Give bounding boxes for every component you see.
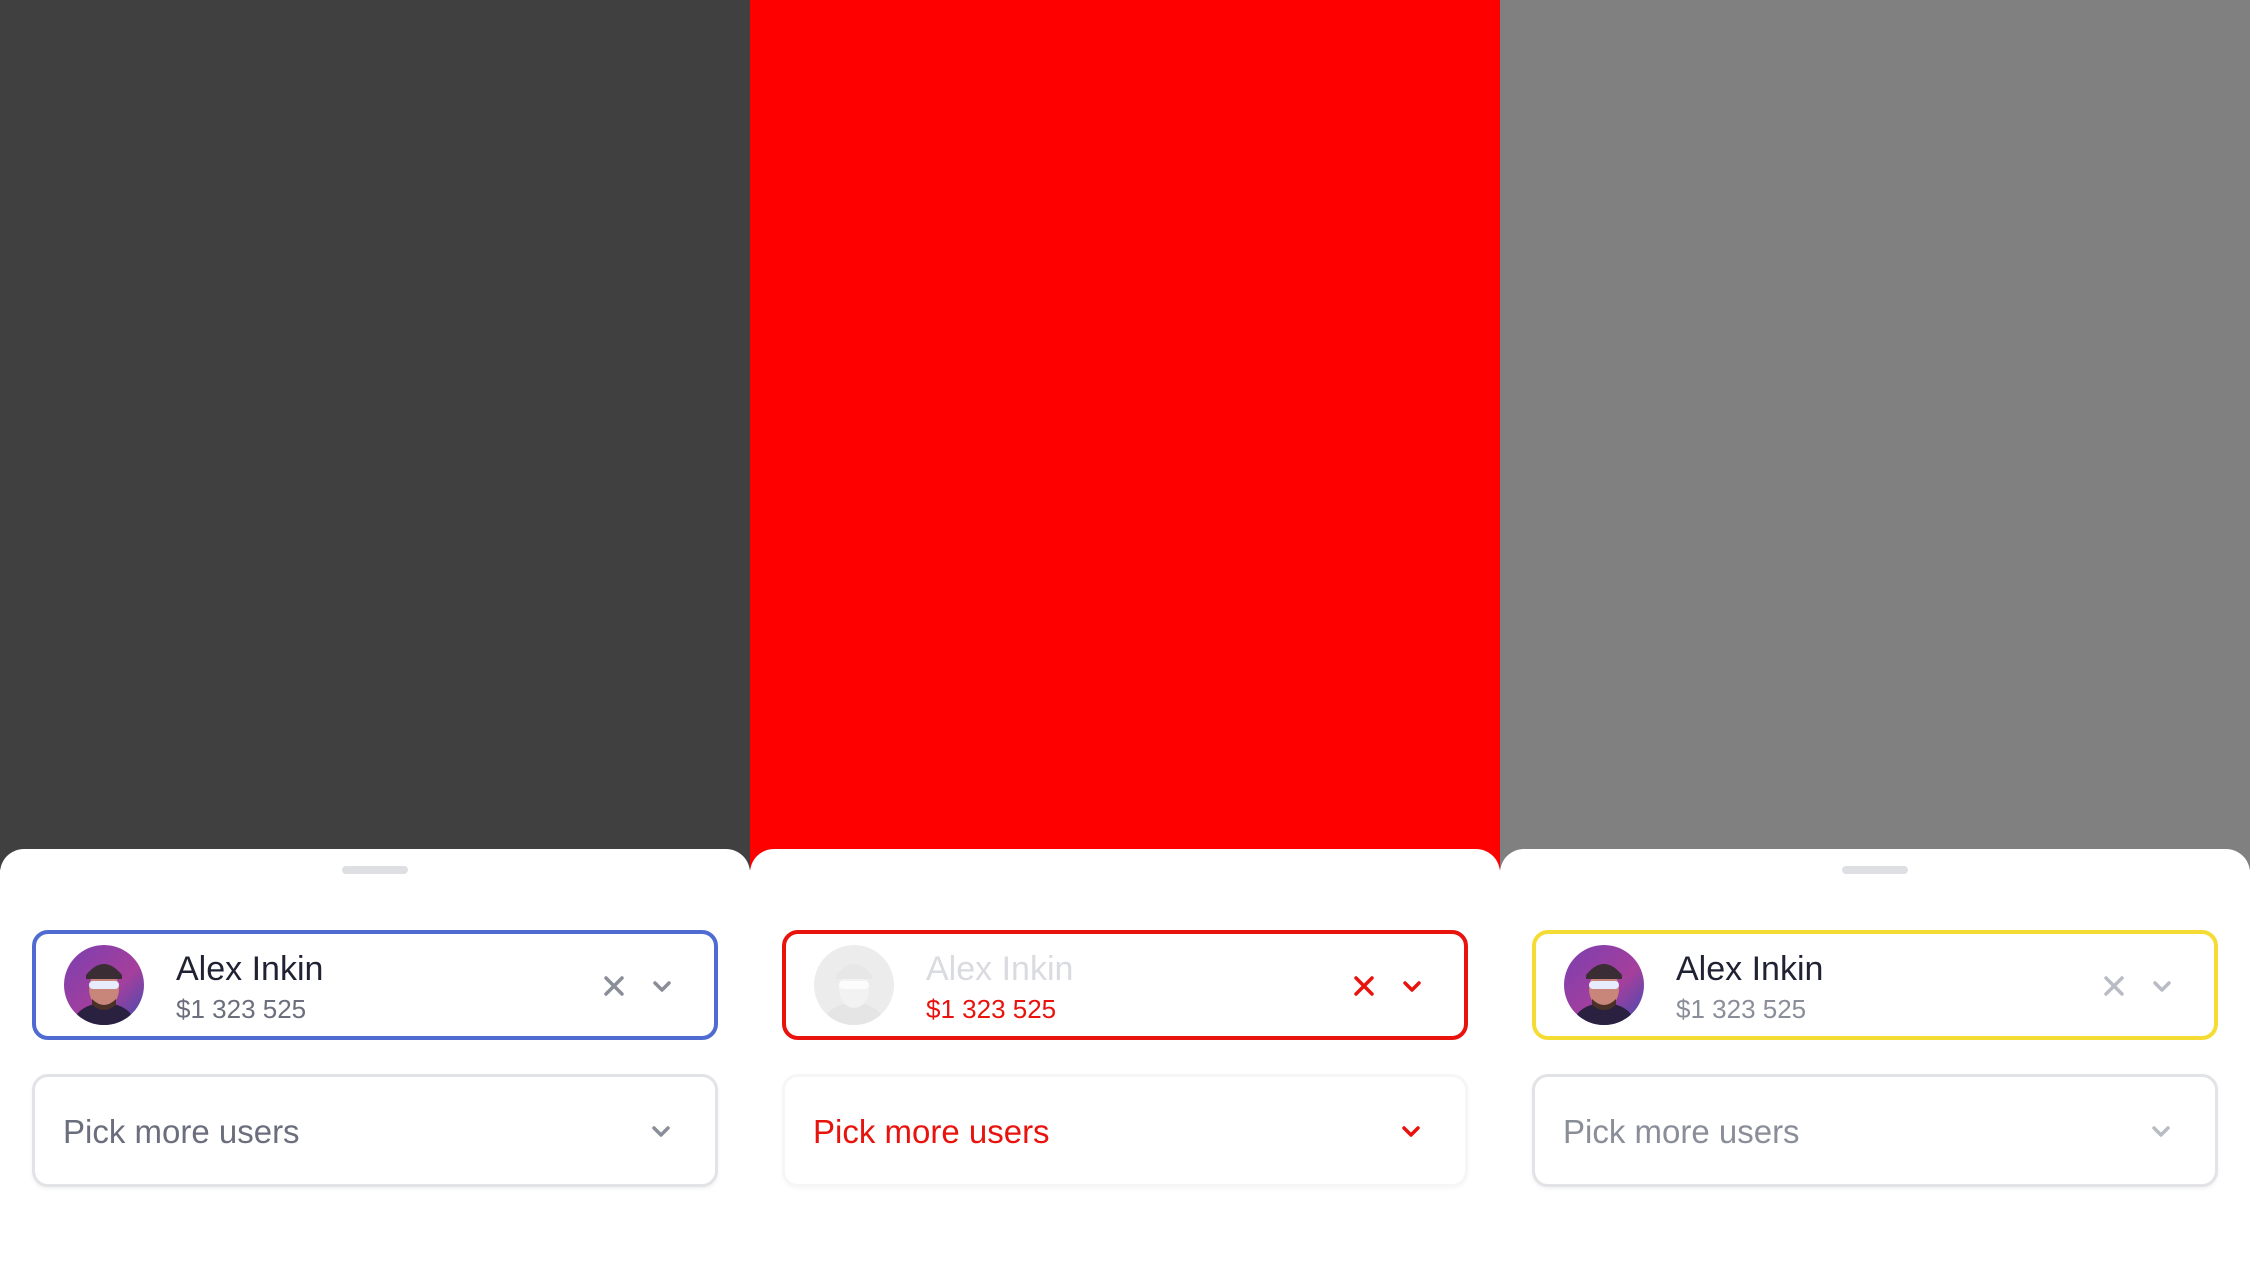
dimmed-backdrop[interactable] (0, 0, 750, 870)
pick-more-users-placeholder: Pick more users (63, 1113, 300, 1150)
user-name: Alex Inkin (1676, 950, 1824, 988)
sheet-drag-handle[interactable] (1842, 866, 1908, 874)
avatar (64, 945, 144, 1025)
bottom-sheet: Alex Inkin $1 323 525 Pick more users (1500, 849, 2250, 1266)
panel-error: Alex Inkin $1 323 525 Pick more users (750, 0, 1500, 1266)
chevron-down-icon[interactable] (2143, 1113, 2179, 1149)
user-amount: $1 323 525 (176, 994, 307, 1024)
pick-more-users-placeholder: Pick more users (813, 1113, 1050, 1150)
chevron-down-icon[interactable] (1393, 1113, 1429, 1149)
close-icon[interactable] (596, 968, 632, 1004)
bottom-sheet: Alex Inkin $1 323 525 Pick more users (0, 849, 750, 1266)
pick-more-users-field[interactable]: Pick more users (782, 1074, 1468, 1187)
chevron-down-icon[interactable] (644, 968, 680, 1004)
panel-default: Alex Inkin $1 323 525 Pick more users (0, 0, 750, 1266)
panel-warning: Alex Inkin $1 323 525 Pick more users (1500, 0, 2250, 1266)
close-icon[interactable] (1346, 968, 1382, 1004)
user-name: Alex Inkin (926, 950, 1074, 988)
dimmed-backdrop[interactable] (1500, 0, 2250, 870)
sheet-drag-handle[interactable] (342, 866, 408, 874)
user-amount: $1 323 525 (926, 994, 1057, 1024)
selected-user-field[interactable]: Alex Inkin $1 323 525 (782, 930, 1468, 1040)
selected-user-field[interactable]: Alex Inkin $1 323 525 (32, 930, 718, 1040)
user-amount: $1 323 525 (1676, 994, 1807, 1024)
dimmed-backdrop[interactable] (750, 0, 1500, 870)
pick-more-users-field[interactable]: Pick more users (1532, 1074, 2218, 1187)
selected-user-field[interactable]: Alex Inkin $1 323 525 (1532, 930, 2218, 1040)
pick-more-users-field[interactable]: Pick more users (32, 1074, 718, 1187)
bottom-sheet: Alex Inkin $1 323 525 Pick more users (750, 849, 1500, 1266)
sheet-drag-handle[interactable] (1092, 866, 1158, 874)
state-comparison: Alex Inkin $1 323 525 Pick more users Al… (0, 0, 2250, 1266)
chevron-down-icon[interactable] (643, 1113, 679, 1149)
chevron-down-icon[interactable] (1394, 968, 1430, 1004)
close-icon[interactable] (2096, 968, 2132, 1004)
user-name: Alex Inkin (176, 950, 324, 988)
avatar (1564, 945, 1644, 1025)
chevron-down-icon[interactable] (2144, 968, 2180, 1004)
pick-more-users-placeholder: Pick more users (1563, 1113, 1800, 1150)
avatar (814, 945, 894, 1025)
